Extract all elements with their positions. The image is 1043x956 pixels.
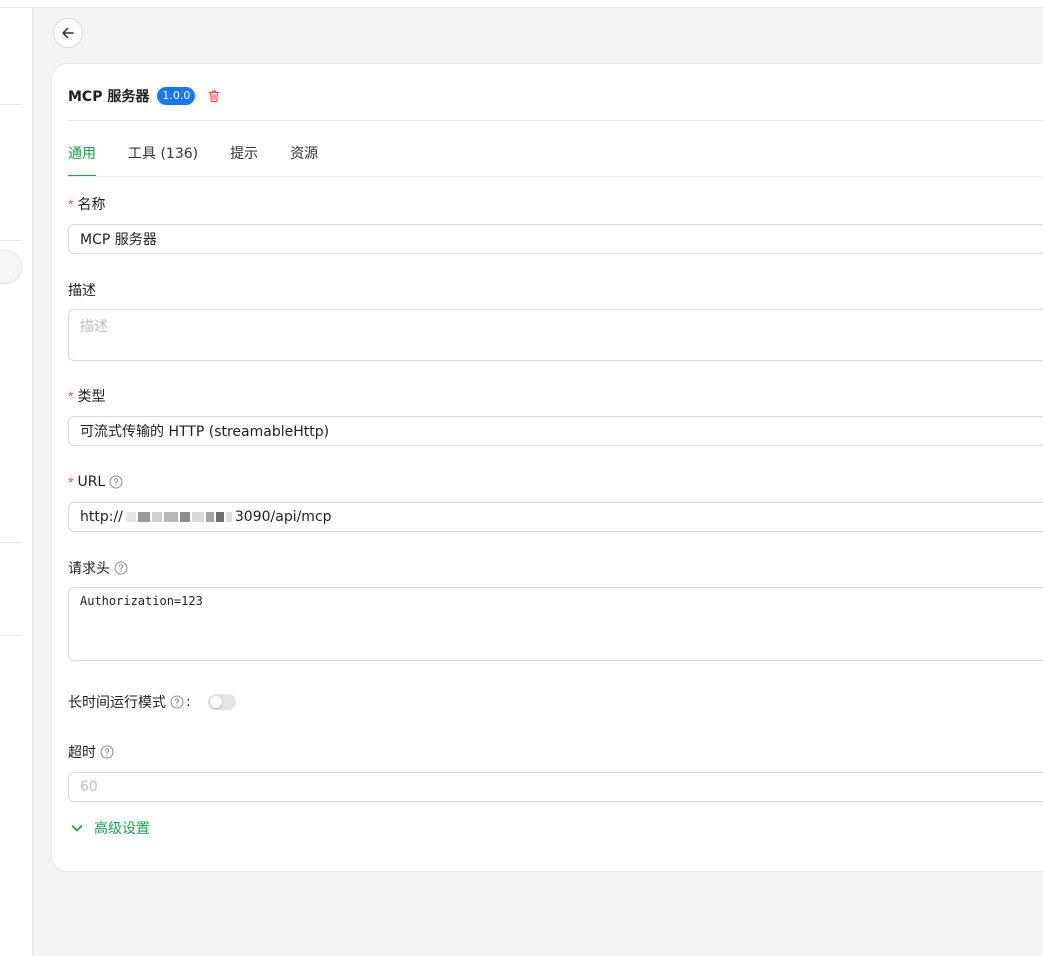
type-select[interactable]: 可流式传输的 HTTP (streamableHttp) — [68, 416, 1043, 446]
back-button[interactable] — [53, 18, 83, 48]
timeout-input[interactable]: 60 — [68, 772, 1043, 802]
headers-label-text: 请求头 — [68, 561, 110, 577]
type-label-text: 类型 — [77, 389, 106, 405]
question-circle-icon[interactable] — [109, 475, 123, 489]
sidebar-item[interactable] — [0, 250, 22, 284]
tab-general[interactable]: 通用 — [68, 144, 96, 177]
type-label: * 类型 — [68, 386, 105, 406]
name-label-text: 名称 — [77, 197, 106, 213]
long-running-label: 长时间运行模式 : — [68, 692, 191, 712]
question-circle-icon[interactable] — [114, 561, 128, 575]
long-running-toggle[interactable] — [208, 694, 236, 710]
headers-textarea[interactable]: Authorization=123 — [68, 587, 1043, 661]
sidebar-divider — [0, 104, 22, 105]
url-value-prefix: http:// — [80, 509, 123, 525]
tab-resources[interactable]: 资源 — [290, 144, 318, 176]
advanced-settings-label: 高级设置 — [94, 821, 150, 837]
sidebar-divider — [0, 240, 22, 241]
chevron-down-icon — [70, 821, 94, 835]
description-textarea[interactable]: 描述 — [68, 309, 1043, 361]
redacted-host — [125, 512, 233, 522]
url-value-suffix: 3090/api/mcp — [234, 509, 332, 525]
timeout-label-text: 超时 — [68, 745, 96, 761]
page-title: MCP 服务器 — [68, 89, 150, 105]
description-placeholder: 描述 — [80, 319, 108, 335]
name-input[interactable]: MCP 服务器 — [68, 224, 1043, 254]
long-running-colon: : — [186, 694, 191, 710]
tabs-divider — [68, 176, 1043, 177]
header-divider — [68, 120, 1043, 121]
type-value: 可流式传输的 HTTP (streamableHttp) — [80, 424, 330, 440]
description-label: 描述 — [68, 280, 96, 300]
toggle-knob — [210, 696, 222, 708]
long-running-label-text: 长时间运行模式 — [68, 695, 166, 711]
top-bar — [0, 0, 1043, 8]
advanced-settings-toggle[interactable]: 高级设置 — [70, 818, 150, 838]
delete-button[interactable] — [207, 89, 221, 103]
trash-icon — [207, 89, 221, 103]
name-label: * 名称 — [68, 194, 105, 214]
version-badge: 1.0.0 — [157, 87, 196, 105]
url-input[interactable]: http:// 3090/api/mcp — [68, 502, 1043, 532]
card-header: MCP 服务器 1.0.0 — [68, 84, 221, 108]
headers-label: 请求头 — [68, 558, 128, 578]
left-sidebar — [0, 8, 33, 956]
required-mark: * — [68, 196, 74, 212]
mcp-server-card: MCP 服务器 1.0.0 通用 工具 (136) 提示 资源 * 名称 MCP… — [51, 63, 1043, 872]
sidebar-divider — [0, 635, 22, 636]
timeout-label: 超时 — [68, 742, 114, 762]
question-circle-icon[interactable] — [100, 745, 114, 759]
tab-tools[interactable]: 工具 (136) — [128, 144, 198, 176]
tab-bar: 通用 工具 (136) 提示 资源 — [68, 144, 350, 177]
url-label-text: URL — [77, 474, 106, 490]
timeout-placeholder: 60 — [80, 779, 98, 795]
headers-value: Authorization=123 — [80, 594, 203, 608]
required-mark: * — [68, 474, 74, 490]
required-mark: * — [68, 388, 74, 404]
description-label-text: 描述 — [68, 283, 96, 299]
sidebar-divider — [0, 542, 22, 543]
question-circle-icon[interactable] — [170, 695, 184, 709]
arrow-left-icon — [61, 26, 75, 40]
name-value: MCP 服务器 — [80, 232, 157, 248]
tab-prompts[interactable]: 提示 — [230, 144, 258, 176]
url-label: * URL — [68, 472, 123, 492]
